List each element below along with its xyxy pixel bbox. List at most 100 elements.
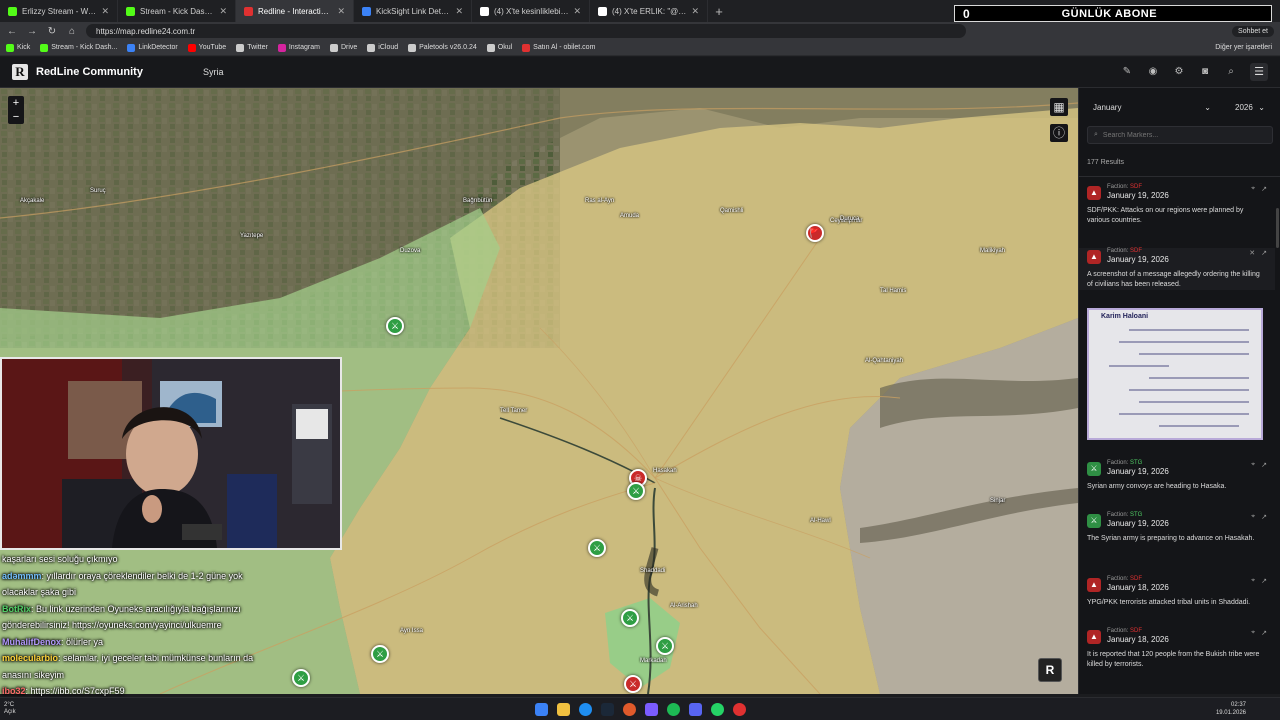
close-tab-icon[interactable]: ✕ [219, 6, 227, 17]
bookmark-item[interactable]: Satın Al - obilet.com [522, 43, 595, 52]
external-link-icon[interactable]: ↗ [1261, 513, 1267, 521]
settings-icon[interactable]: ⚙ [1172, 65, 1186, 79]
tab-title: (4) X'te ERLIK: "@washingtonpost … [612, 6, 687, 16]
bookmark-label: Instagram [288, 44, 320, 51]
zoom-in-button[interactable]: + [8, 96, 24, 110]
marker-entry[interactable]: ▲ Faction: SDF January 19, 2026 ✕ ↗ A sc… [1079, 248, 1275, 290]
close-tab-icon[interactable]: ✕ [573, 6, 581, 17]
locate-icon[interactable]: ⌖ [1251, 461, 1255, 469]
search-markers-field[interactable]: ⌕ [1087, 126, 1273, 144]
bookmark-item[interactable]: Paletools v26.0.24 [408, 43, 477, 52]
bookmark-item[interactable]: Kick [6, 43, 30, 52]
close-tab-icon[interactable]: ✕ [101, 6, 109, 17]
spotify-icon[interactable] [667, 703, 680, 716]
bookmark-item[interactable]: Instagram [277, 43, 320, 52]
external-link-icon[interactable]: ↗ [1261, 249, 1267, 257]
month-select[interactable]: January ⌄ [1087, 98, 1217, 116]
bookmark-item[interactable]: Drive [329, 43, 357, 52]
external-link-icon[interactable]: ↗ [1261, 629, 1267, 637]
hamburger-menu-icon[interactable]: ☰ [1250, 63, 1268, 81]
file-explorer-icon[interactable] [557, 703, 570, 716]
browser-tab[interactable]: Erlizzy Stream - Watch Live on Kick ✕ [0, 0, 118, 22]
sidebar-scrollbar[interactable] [1276, 208, 1279, 248]
browser-tab[interactable]: (4) X'te kesinliklebilal: "Herkesi int… ✕ [472, 0, 590, 22]
reload-icon[interactable]: ↻ [46, 26, 58, 37]
region-label[interactable]: Syria [203, 67, 224, 77]
other-bookmarks[interactable]: Diğer yer işaretleri [1215, 44, 1272, 51]
app-logo[interactable]: R [12, 64, 28, 80]
close-icon[interactable]: ✕ [1249, 249, 1255, 257]
place-label: Ras al-Ayn [585, 198, 615, 204]
discord-icon[interactable] [689, 703, 702, 716]
start-icon[interactable] [535, 703, 548, 716]
edge-browser-icon[interactable] [579, 703, 592, 716]
zoom-out-button[interactable]: − [8, 110, 24, 124]
search-icon[interactable]: ⌕ [1224, 65, 1238, 79]
stg-marker-icon[interactable]: ⚔ [627, 482, 645, 500]
marker-entry[interactable]: ▲ Faction: SDF January 19, 2026 ⌖ ↗ SDF/… [1079, 184, 1275, 226]
forward-icon[interactable]: → [26, 26, 38, 37]
chat-button[interactable]: Sohbet et [1232, 25, 1274, 37]
home-icon[interactable]: ⌂ [66, 26, 78, 37]
locate-icon[interactable]: ⌖ [1251, 185, 1255, 193]
faction-line: Faction: SDF [1107, 184, 1245, 190]
system-clock[interactable]: 02:37 19.01.2026 [1216, 701, 1246, 717]
stg-marker-icon[interactable]: ⚔ [621, 609, 639, 627]
steam-icon[interactable] [601, 703, 614, 716]
close-tab-icon[interactable]: ✕ [455, 6, 463, 17]
locate-icon[interactable]: ⌖ [1251, 577, 1255, 585]
back-icon[interactable]: ← [6, 26, 18, 37]
stg-marker-icon[interactable]: ⚔ [588, 539, 606, 557]
locate-icon[interactable]: ⌖ [1251, 513, 1255, 521]
brave-icon[interactable] [623, 703, 636, 716]
year-select[interactable]: 2026 ⌄ [1229, 98, 1271, 116]
tab-title: Erlizzy Stream - Watch Live on Kick [22, 6, 96, 16]
new-tab-button[interactable]: + [708, 4, 730, 19]
locate-icon[interactable]: ⌖ [1251, 629, 1255, 637]
chrome-icon[interactable] [733, 703, 746, 716]
browser-tab[interactable]: Stream - Kick Dashboard ✕ [118, 0, 236, 22]
camera-icon[interactable]: ◙ [1198, 65, 1212, 79]
marker-entry[interactable]: ⚔ Faction: STG January 19, 2026 ⌖ ↗ Syri… [1079, 460, 1275, 492]
stg-marker-icon[interactable]: ⚔ [371, 645, 389, 663]
entry-date: January 18, 2026 [1107, 635, 1169, 644]
sdf-marker-icon[interactable]: 🚩 [806, 224, 824, 242]
place-label: Tell Tamer [500, 408, 528, 414]
browser-tab[interactable]: KickSight Link Detector ✕ [354, 0, 472, 22]
map-layers-icon[interactable]: ▦ [1050, 98, 1068, 116]
faction-icon: ▲ [1087, 630, 1101, 644]
bookmark-item[interactable]: YouTube [187, 43, 226, 52]
url-field[interactable]: https://map.redline24.com.tr [86, 24, 966, 38]
bookmark-item[interactable]: Okul [486, 43, 512, 52]
browser-tab[interactable]: Redline - Interactive Strategic Map ✕ [236, 0, 354, 22]
close-tab-icon[interactable]: ✕ [337, 6, 345, 17]
external-link-icon[interactable]: ↗ [1261, 185, 1267, 193]
marker-entry[interactable]: ▲ Faction: SDF January 18, 2026 ⌖ ↗ It i… [1079, 628, 1275, 670]
bookmark-item[interactable]: Stream - Kick Dash... [40, 43, 117, 52]
chat-text: : https://ibb.co/S7cxpF59 [25, 686, 125, 696]
stg-marker-icon[interactable]: ⚔ [656, 637, 674, 655]
external-link-icon[interactable]: ↗ [1261, 461, 1267, 469]
chat-text: : Bu link üzerinden Oyuneks aracılığıyla… [31, 603, 241, 614]
attached-screenshot-image[interactable]: Karim Haloani [1087, 308, 1263, 440]
marker-entry[interactable]: ▲ Faction: SDF January 18, 2026 ⌖ ↗ YPG/… [1079, 576, 1275, 608]
external-link-icon[interactable]: ↗ [1261, 577, 1267, 585]
bookmark-item[interactable]: iCloud [367, 43, 398, 52]
weather-widget[interactable]: 2°C Açık [4, 702, 16, 716]
bookmark-icon [6, 43, 14, 52]
close-tab-icon[interactable]: ✕ [691, 6, 699, 17]
marker-pin-icon[interactable]: ◉ [1146, 65, 1160, 79]
browser-tab[interactable]: (4) X'te ERLIK: "@washingtonpost … ✕ [590, 0, 708, 22]
bookmark-item[interactable]: LinkDetector [127, 43, 178, 52]
search-markers-input[interactable] [1102, 131, 1263, 139]
draw-icon[interactable]: ✎ [1120, 65, 1134, 79]
marker-entry[interactable]: ⚔ Faction: STG January 19, 2026 ⌖ ↗ The … [1079, 512, 1275, 544]
obs-icon[interactable] [645, 703, 658, 716]
whatsapp-icon[interactable] [711, 703, 724, 716]
info-icon[interactable]: ⓘ [1050, 124, 1068, 142]
sdf-marker-icon[interactable]: ⚔ [624, 675, 642, 693]
faction-icon: ▲ [1087, 578, 1101, 592]
stg-marker-icon[interactable]: ⚔ [386, 317, 404, 335]
bookmark-icon [486, 43, 495, 52]
bookmark-item[interactable]: Twitter [236, 43, 268, 52]
